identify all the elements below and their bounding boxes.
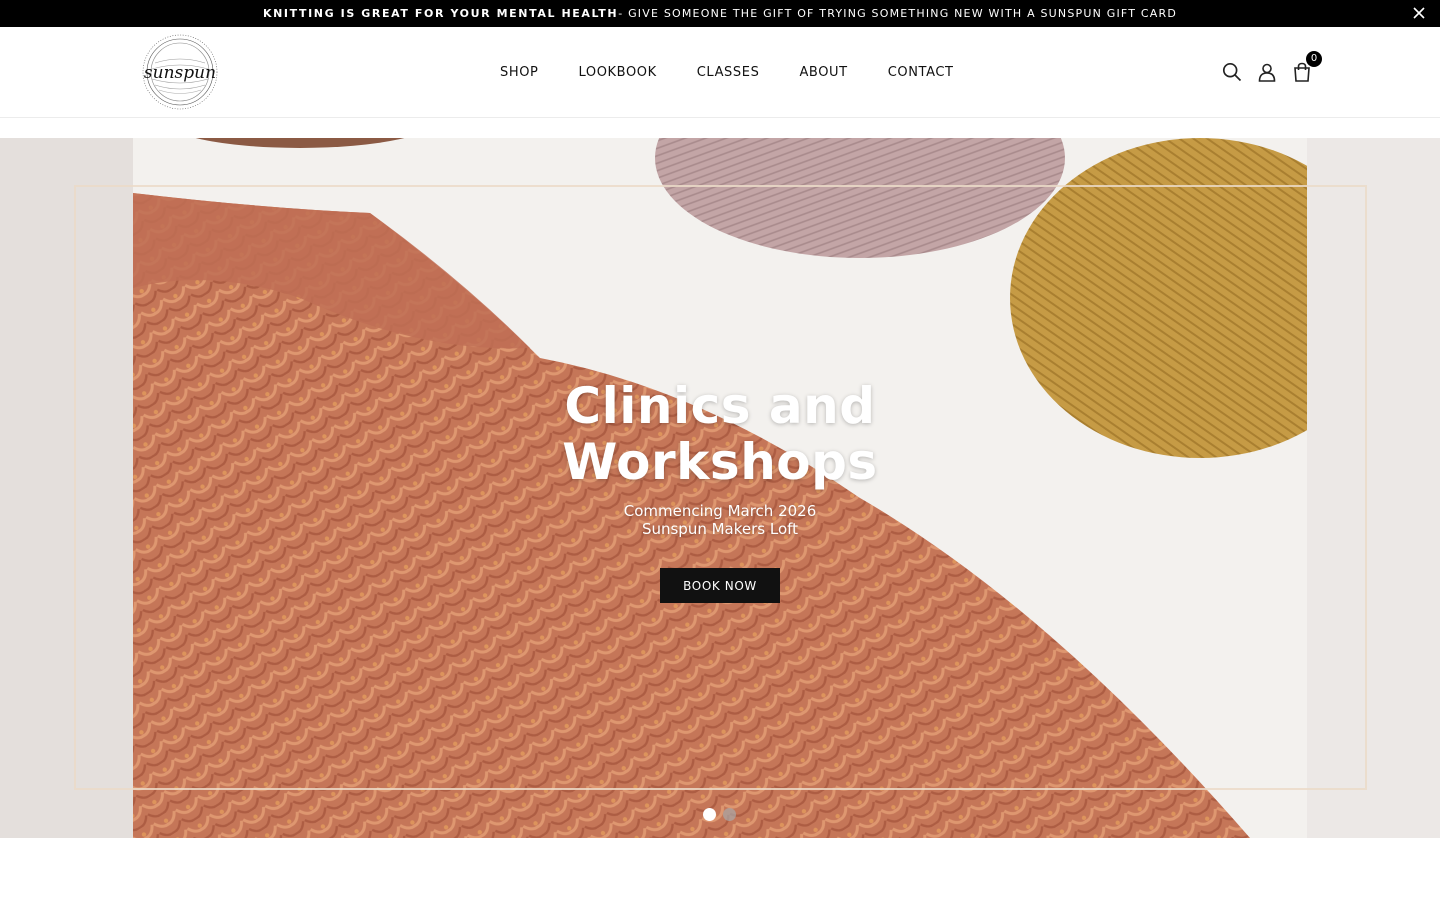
hero-title: Clinics and Workshops — [470, 378, 970, 490]
book-now-button[interactable]: BOOK NOW — [660, 568, 780, 603]
hero-title-line-1: Clinics and — [564, 377, 876, 435]
announcement-strong-text: KNITTING IS GREAT FOR YOUR MENTAL HEALTH — [263, 7, 619, 20]
nav-lookbook[interactable]: LOOKBOOK — [579, 65, 657, 80]
search-icon[interactable] — [1220, 60, 1244, 84]
hero-content: Clinics and Workshops Commencing March 2… — [470, 378, 970, 603]
bag-icon[interactable]: 0 — [1290, 51, 1322, 84]
main-nav: SHOP LOOKBOOK CLASSES ABOUT CONTACT — [500, 27, 954, 117]
close-icon[interactable] — [1412, 6, 1426, 20]
hero-title-line-2: Workshops — [562, 433, 878, 491]
logo[interactable]: sunspun — [141, 33, 219, 111]
logo-text: sunspun — [144, 63, 216, 83]
slide-dots — [703, 808, 736, 821]
nav-about[interactable]: ABOUT — [799, 65, 847, 80]
hero-subtitle-line-2: Sunspun Makers Loft — [641, 520, 799, 538]
slide-dot-1[interactable] — [703, 808, 716, 821]
account-icon[interactable] — [1255, 60, 1279, 84]
header-icons: 0 — [1220, 27, 1322, 117]
hero-subtitle-line-1: Commencing March 2026 — [623, 502, 817, 520]
announcement-text: - GIVE SOMEONE THE GIFT OF TRYING SOMETH… — [618, 7, 1177, 20]
site-header: sunspun SHOP LOOKBOOK CLASSES ABOUT CONT… — [0, 27, 1440, 118]
nav-classes[interactable]: CLASSES — [697, 65, 760, 80]
cart-count-badge: 0 — [1306, 51, 1322, 67]
nav-shop[interactable]: SHOP — [500, 65, 539, 80]
hero-subtitle: Commencing March 2026 Sunspun Makers Lof… — [470, 502, 970, 538]
hero-slideshow: Clinics and Workshops Commencing March 2… — [0, 138, 1440, 838]
nav-contact[interactable]: CONTACT — [888, 65, 954, 80]
slide-dot-2[interactable] — [723, 808, 736, 821]
announcement-bar: KNITTING IS GREAT FOR YOUR MENTAL HEALTH… — [0, 0, 1440, 27]
